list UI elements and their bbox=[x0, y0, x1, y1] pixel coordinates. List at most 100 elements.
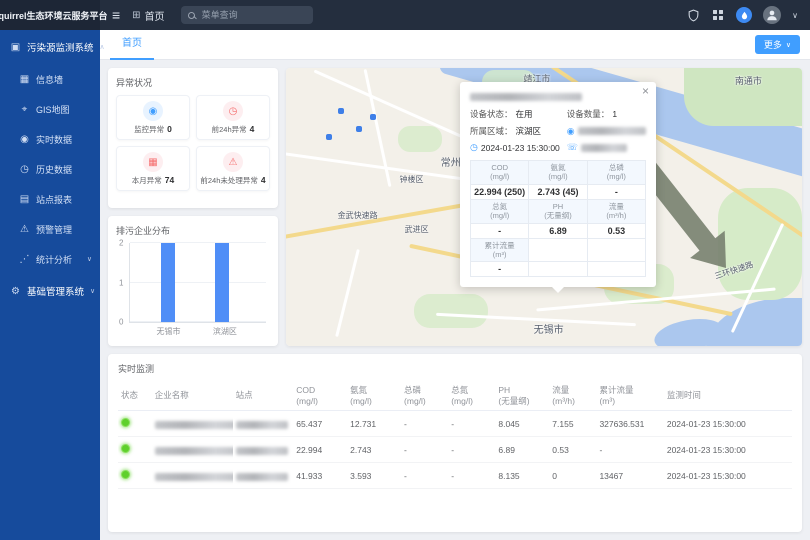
sidebar-item-label: 站点报表 bbox=[36, 193, 72, 206]
region-label: 所属区域： bbox=[470, 125, 513, 137]
company-cell bbox=[152, 411, 233, 437]
hamburger-menu-icon[interactable]: ≡ bbox=[112, 7, 120, 23]
user-avatar[interactable] bbox=[763, 6, 781, 24]
popup-metric-value: 6.89 bbox=[529, 223, 587, 238]
column-header: 流量(m³/h) bbox=[549, 381, 596, 411]
stat-text: 监控异常0 bbox=[134, 124, 172, 135]
realtime-data-icon: ◉ bbox=[19, 134, 30, 145]
sidebar-item-label: 基础管理系统 bbox=[27, 284, 84, 298]
sidebar-item-label: 统计分析 bbox=[36, 253, 72, 266]
redacted-company bbox=[155, 421, 233, 429]
metric-cell: 8.135 bbox=[495, 463, 549, 489]
popup-metric-header: 累计流量(m³) bbox=[471, 238, 529, 262]
metric-cell: - bbox=[448, 411, 495, 437]
sidebar-item[interactable]: ◷历史数据 bbox=[0, 154, 100, 184]
popup-timestamp: 2024-01-23 15:30:00 bbox=[481, 143, 560, 153]
header-actions: ∨ bbox=[686, 6, 798, 24]
redacted-company bbox=[155, 473, 233, 481]
status-cell bbox=[118, 411, 152, 437]
map-popup: × 设备状态：在用 设备数量：1 所属区域：滨湖区 ◉ ◷2024-01-23 … bbox=[460, 82, 656, 287]
sidebar-item[interactable]: ⋰ 统计分析 ∨ bbox=[0, 244, 100, 274]
sidebar-item[interactable]: ▤ 站点报表 bbox=[0, 184, 100, 214]
popup-metric-value: - bbox=[471, 262, 529, 277]
chart-bar bbox=[215, 243, 229, 322]
status-dot-online bbox=[121, 418, 130, 427]
popup-info: 设备状态：在用 设备数量：1 所属区域：滨湖区 ◉ ◷2024-01-23 15… bbox=[470, 108, 646, 153]
sidebar-menu: ▣污染源监测系统∧▦信息墙⌖GIS地图 ◉ 实时数据 ◷历史数据 ▤ 站点报表 ⚠ 预警管理 ⋰… bbox=[0, 30, 100, 308]
table-row[interactable]: 65.43712.731--8.0457.155327636.5312024-0… bbox=[118, 411, 792, 437]
metric-cell: 22.994 bbox=[293, 437, 347, 463]
metric-cell: 3.593 bbox=[347, 463, 401, 489]
status-cell bbox=[118, 437, 152, 463]
search-input[interactable] bbox=[181, 6, 313, 24]
water-drop-icon[interactable] bbox=[736, 7, 752, 23]
tab-bar: 首页 更多 ∨ bbox=[100, 30, 810, 60]
metric-cell: 13467 bbox=[596, 463, 663, 489]
chevron-down-icon: ∨ bbox=[87, 255, 92, 263]
alert-manage-icon: ⚠ bbox=[19, 224, 30, 235]
metric-cell: 41.933 bbox=[293, 463, 347, 489]
redacted-site bbox=[236, 447, 288, 455]
chart-plot: 012 bbox=[129, 243, 266, 323]
sidebar-item[interactable]: ⌖GIS地图 bbox=[0, 94, 100, 124]
sidebar-item[interactable]: ▣污染源监测系统∧ bbox=[0, 30, 100, 64]
chart-gridline bbox=[130, 282, 266, 283]
stat-tile[interactable]: ⚠前24h未处理异常4 bbox=[196, 146, 270, 191]
metric-cell: 0 bbox=[549, 463, 596, 489]
popup-metric-header: PH(无量纲) bbox=[529, 199, 587, 223]
sidebar-item[interactable]: ◉ 实时数据 bbox=[0, 124, 100, 154]
popup-table-value-row: - bbox=[471, 262, 646, 277]
bar-chart: 012 无锡市滨湖区 bbox=[116, 243, 270, 335]
metric-cell: 0.53 bbox=[549, 437, 596, 463]
sidebar-item[interactable]: ⚠ 预警管理 bbox=[0, 214, 100, 244]
company-cell bbox=[152, 463, 233, 489]
metric-cell: - bbox=[596, 437, 663, 463]
sidebar-item[interactable]: ▦信息墙 bbox=[0, 64, 100, 94]
popup-metric-header: 氨氮(mg/l) bbox=[529, 161, 587, 185]
monitor-icon: ◉ bbox=[143, 101, 163, 121]
table-row[interactable]: 22.9942.743--6.890.53-2024-01-23 15:30:0… bbox=[118, 437, 792, 463]
abnormal-status-panel: 异常状况 ◉监控异常0◷前24h异常4▦本月异常74⚠前24h未处理异常4 bbox=[108, 68, 278, 208]
popup-table-value-row: 22.994 (250)2.743 (45)- bbox=[471, 184, 646, 199]
more-button-label: 更多 bbox=[764, 38, 782, 51]
close-icon[interactable]: × bbox=[642, 85, 649, 97]
time-cell: 2024-01-23 15:30:00 bbox=[664, 463, 792, 489]
stat-tile[interactable]: ◉ 监控异常0 bbox=[116, 95, 190, 140]
redacted-address bbox=[578, 127, 646, 135]
breadcrumb-label: 首页 bbox=[145, 8, 165, 23]
device-status-value: 在用 bbox=[516, 108, 533, 120]
shield-icon[interactable] bbox=[686, 8, 700, 22]
popup-table-header-row: COD(mg/l)氨氮(mg/l)总磷(mg/l) bbox=[471, 161, 646, 185]
sidebar-item[interactable]: ⚙基础管理系统∨ bbox=[0, 274, 100, 308]
sidebar-item-label: 预警管理 bbox=[36, 223, 72, 236]
device-count-label: 设备数量： bbox=[567, 108, 610, 120]
alarm-icon: ◷ bbox=[223, 101, 243, 121]
stat-tile[interactable]: ▦本月异常74 bbox=[116, 146, 190, 191]
popup-metric-header: 流量(m³/h) bbox=[587, 199, 645, 223]
gear-icon: ⚙ bbox=[10, 286, 21, 297]
metric-cell: 6.89 bbox=[495, 437, 549, 463]
apps-grid-icon[interactable] bbox=[711, 8, 725, 22]
info-wall-icon: ▦ bbox=[19, 74, 30, 85]
gis-map[interactable]: 靖江市南通市常州市钟楼区金武快速路武进区无锡市三环快速路 × 设备状态：在用 设… bbox=[286, 68, 802, 346]
enterprise-distribution-panel: 排污企业分布 012 无锡市滨湖区 bbox=[108, 216, 278, 346]
stat-tile[interactable]: ◷前24h异常4 bbox=[196, 95, 270, 140]
search-field[interactable] bbox=[200, 9, 300, 21]
column-header: PH(无量纲) bbox=[495, 381, 549, 411]
history-data-icon: ◷ bbox=[19, 164, 30, 175]
more-button[interactable]: 更多 ∨ bbox=[755, 35, 800, 54]
company-cell bbox=[152, 437, 233, 463]
sidebar-item-label: 实时数据 bbox=[36, 133, 72, 146]
chevron-down-icon[interactable]: ∨ bbox=[792, 11, 798, 20]
breadcrumb[interactable]: ⊞ 首页 bbox=[132, 8, 164, 23]
chart-ytick: 0 bbox=[119, 318, 123, 327]
redacted-company-name bbox=[470, 93, 582, 101]
metric-cell: 2.743 bbox=[347, 437, 401, 463]
metric-cell: - bbox=[448, 463, 495, 489]
chevron-up-icon: ∧ bbox=[100, 43, 105, 51]
tab-home[interactable]: 首页 bbox=[110, 30, 154, 60]
stats-analysis-icon: ⋰ bbox=[19, 254, 30, 265]
table-row[interactable]: 41.9333.593--8.1350134672024-01-23 15:30… bbox=[118, 463, 792, 489]
site-report-icon: ▤ bbox=[19, 194, 30, 205]
realtime-tbody: 65.43712.731--8.0457.155327636.5312024-0… bbox=[118, 411, 792, 489]
